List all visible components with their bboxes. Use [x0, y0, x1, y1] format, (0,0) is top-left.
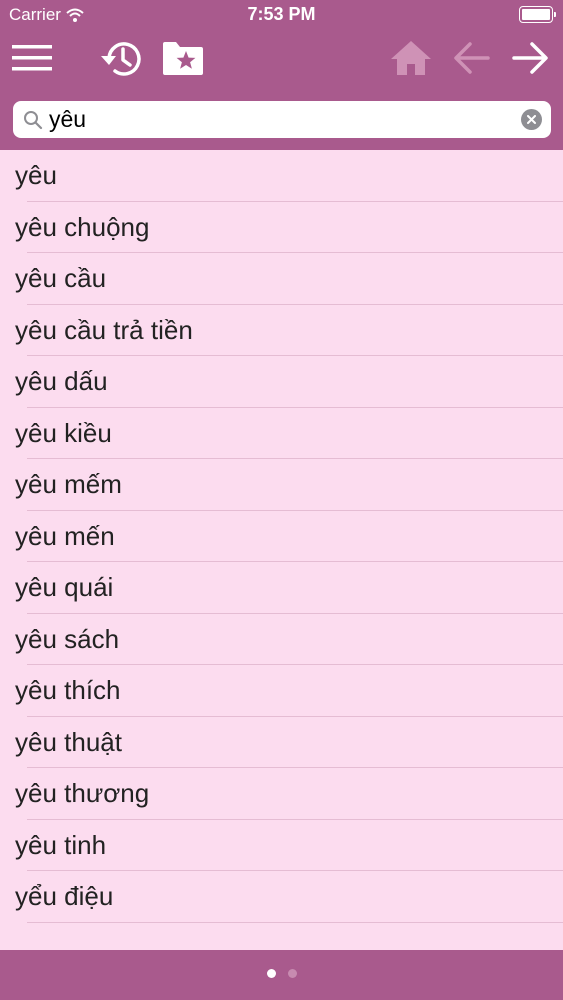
- home-icon: [391, 41, 431, 75]
- results-list: yêu yêu chuộng yêu cầu yêu cầu trả tiền yêu …: [0, 150, 563, 923]
- menu-button[interactable]: [12, 42, 52, 74]
- top-bar: Carrier 7:53 PM: [0, 0, 563, 150]
- list-item[interactable]: yêu cầu trả tiền: [0, 305, 563, 357]
- list-item[interactable]: yêu tinh: [0, 820, 563, 872]
- bottom-bar: [0, 950, 563, 1000]
- search-icon: [24, 111, 43, 130]
- list-item[interactable]: yểu điệu: [0, 871, 563, 923]
- list-item[interactable]: yêu quái: [0, 562, 563, 614]
- clear-search-button[interactable]: [521, 109, 542, 130]
- battery-icon: [519, 6, 556, 23]
- forward-button[interactable]: [512, 40, 550, 76]
- forward-arrow-icon: [512, 42, 548, 74]
- list-item[interactable]: yêu sách: [0, 614, 563, 666]
- back-arrow-icon: [454, 42, 490, 74]
- favorites-folder-icon: [163, 42, 203, 75]
- status-bar: Carrier 7:53 PM: [0, 0, 563, 30]
- list-item[interactable]: yêu thuật: [0, 717, 563, 769]
- back-button[interactable]: [452, 40, 490, 76]
- list-item[interactable]: yêu mếm: [0, 459, 563, 511]
- history-button[interactable]: [99, 38, 145, 80]
- list-item[interactable]: yêu thích: [0, 665, 563, 717]
- home-button[interactable]: [390, 39, 432, 77]
- page-dot[interactable]: [287, 969, 297, 978]
- favorites-button[interactable]: [162, 40, 204, 76]
- search-bar: [13, 101, 551, 138]
- list-item[interactable]: yêu: [0, 150, 563, 202]
- list-item[interactable]: yêu thương: [0, 768, 563, 820]
- list-item[interactable]: yêu dấu: [0, 356, 563, 408]
- close-icon: [527, 115, 536, 124]
- history-icon: [101, 42, 141, 76]
- clock: 7:53 PM: [247, 4, 316, 24]
- page-dot[interactable]: [266, 969, 276, 978]
- list-item[interactable]: yêu kiều: [0, 408, 563, 460]
- search-input[interactable]: [49, 103, 509, 136]
- list-item[interactable]: yêu cầu: [0, 253, 563, 305]
- menu-icon: [12, 45, 52, 71]
- list-item[interactable]: yêu mến: [0, 511, 563, 563]
- page-indicator[interactable]: [0, 969, 563, 978]
- list-item[interactable]: yêu chuộng: [0, 202, 563, 254]
